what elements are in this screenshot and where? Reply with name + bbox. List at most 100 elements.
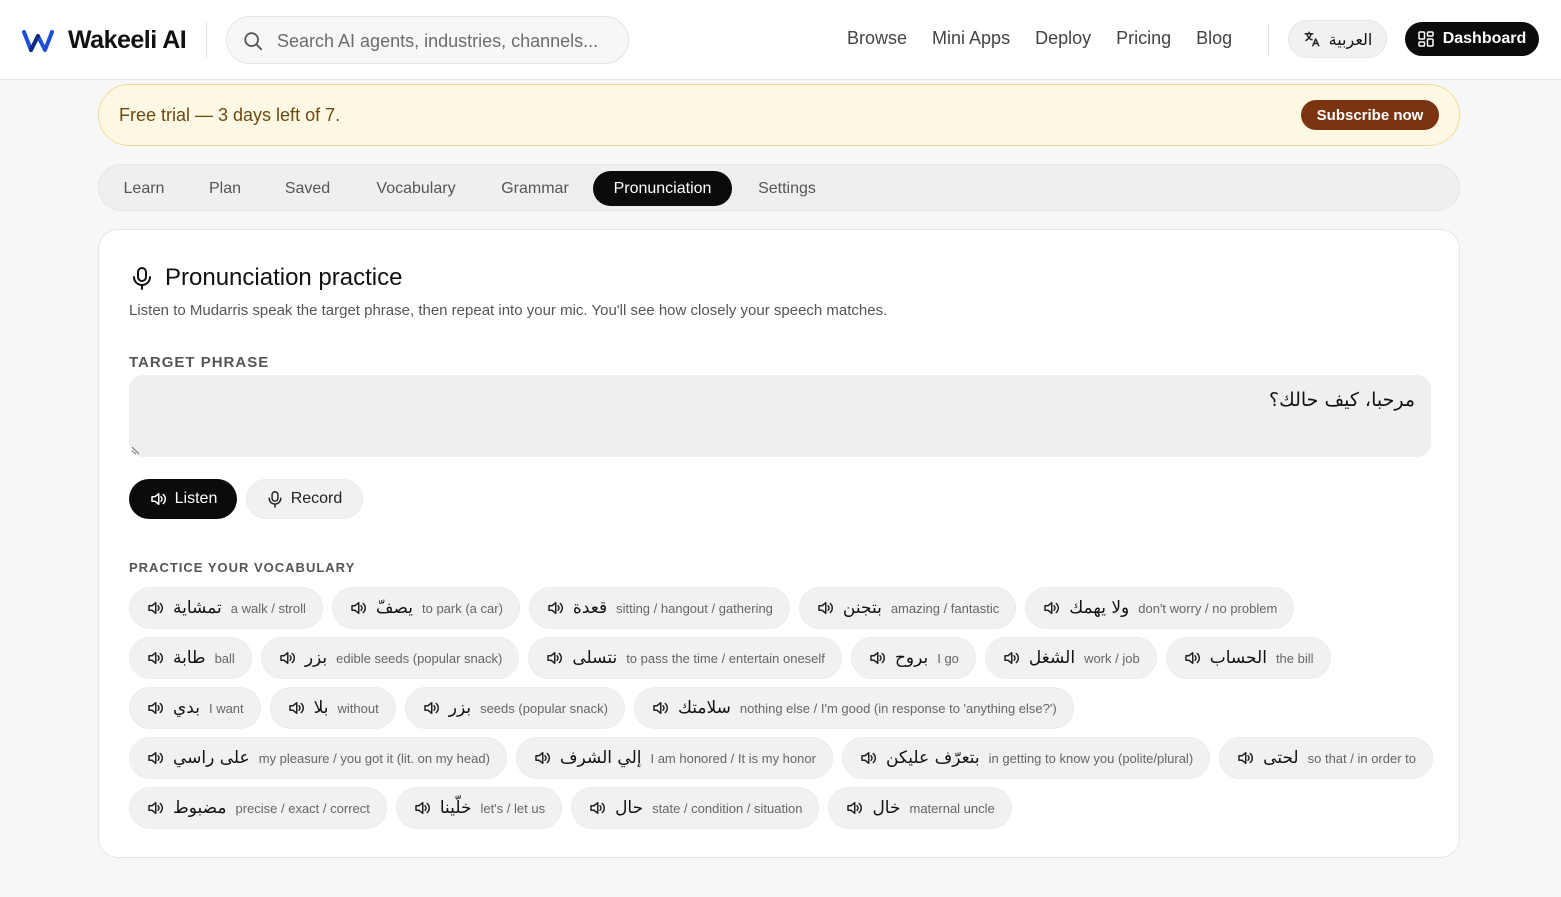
vocab-arabic: على راسي bbox=[173, 748, 250, 768]
vocab-translation: I want bbox=[208, 700, 244, 716]
tab-grammar[interactable]: Grammar bbox=[486, 171, 584, 206]
vocab-chip[interactable]: تمشاية a walk / stroll bbox=[129, 587, 323, 629]
nav-deploy[interactable]: Deploy bbox=[1035, 28, 1091, 49]
vocab-arabic: حال bbox=[615, 798, 644, 818]
vocab-chip[interactable]: طابة ball bbox=[129, 637, 252, 679]
vocab-translation: a walk / stroll bbox=[230, 600, 306, 616]
vocab-chip[interactable]: الحساب the bill bbox=[1165, 637, 1331, 679]
speaker-icon bbox=[870, 652, 885, 664]
vocab-arabic: سلامتك bbox=[677, 698, 731, 718]
vocab-translation: I am honored / It is my honor bbox=[650, 750, 816, 766]
vocab-arabic: الشغل bbox=[1028, 648, 1076, 668]
vocab-chip[interactable]: مضبوط precise / exact / correct bbox=[129, 787, 387, 829]
vocab-chip[interactable]: على راسي my pleasure / you got it (lit. o… bbox=[129, 737, 507, 779]
vocab-chip[interactable]: بتجنن amazing / fantastic bbox=[798, 587, 1017, 629]
vocab-chip[interactable]: قعدة sitting / hangout / gathering bbox=[528, 587, 790, 629]
tab-pronunciation[interactable]: Pronunciation bbox=[593, 171, 732, 206]
speaker-icon bbox=[1004, 652, 1019, 664]
speaker-icon bbox=[148, 602, 163, 614]
vocab-row: تمشاية a walk / stroll يصفّ to park (a car)… bbox=[129, 587, 1429, 629]
vocab-chip[interactable]: بزر seeds (popular snack) bbox=[404, 687, 625, 729]
trial-text: Free trial — 3 days left of 7. bbox=[119, 105, 341, 125]
vocab-chip[interactable]: بروح I go bbox=[850, 637, 976, 679]
tab-saved[interactable]: Saved bbox=[269, 171, 346, 206]
vocab-arabic: قعدة bbox=[572, 598, 608, 618]
card-title: Pronunciation practice bbox=[131, 264, 402, 292]
resize-handle-icon[interactable] bbox=[131, 445, 141, 455]
vocab-translation: seeds (popular snack) bbox=[480, 700, 608, 716]
logo-text: Wakeeli AI bbox=[68, 25, 187, 54]
vocab-translation: let's / let us bbox=[480, 800, 546, 816]
vocab-translation: ball bbox=[214, 650, 235, 666]
nav-browse[interactable]: Browse bbox=[847, 28, 907, 49]
vocab-chip[interactable]: يصفّ to park (a car) bbox=[331, 587, 520, 629]
header-divider bbox=[206, 22, 207, 58]
speaker-icon bbox=[548, 602, 563, 614]
vocab-chip[interactable]: بدي I want bbox=[129, 687, 261, 729]
vocab-arabic: الحساب bbox=[1209, 648, 1267, 668]
vocab-chip[interactable]: لحتى so that / in order to bbox=[1219, 737, 1434, 779]
vocab-translation: don't worry / no problem bbox=[1138, 600, 1278, 616]
microphone-icon bbox=[268, 491, 282, 508]
wakeeli-logo-icon bbox=[22, 30, 54, 52]
speaker-icon bbox=[148, 802, 163, 814]
speaker-icon bbox=[423, 702, 439, 714]
nav-pricing[interactable]: Pricing bbox=[1116, 28, 1171, 49]
language-toggle-button[interactable]: العربية bbox=[1288, 20, 1387, 58]
search-icon bbox=[244, 32, 263, 51]
speaker-icon bbox=[535, 752, 550, 764]
speaker-icon bbox=[1184, 652, 1200, 664]
language-label: العربية bbox=[1328, 29, 1373, 49]
vocab-chip[interactable]: بلا without bbox=[269, 687, 396, 729]
speaker-icon bbox=[861, 752, 876, 764]
tab-bar: Learn Plan Saved Vocabulary Grammar Pron… bbox=[98, 164, 1460, 211]
vocab-arabic: بتجنن bbox=[842, 598, 882, 618]
vocab-translation: I go bbox=[937, 650, 959, 666]
record-button[interactable]: Record bbox=[246, 479, 363, 519]
logo[interactable]: Wakeeli AI bbox=[22, 24, 187, 56]
vocab-translation: precise / exact / correct bbox=[235, 800, 370, 816]
subscribe-button[interactable]: Subscribe now bbox=[1301, 100, 1439, 130]
vocab-chip[interactable]: الشغل work / job bbox=[984, 637, 1157, 679]
vocab-chip[interactable]: حال state / condition / situation bbox=[571, 787, 820, 829]
vocab-translation: so that / in order to bbox=[1307, 750, 1417, 766]
tab-vocabulary[interactable]: Vocabulary bbox=[357, 171, 475, 206]
speaker-icon bbox=[547, 652, 563, 664]
microphone-icon bbox=[133, 267, 151, 290]
vocab-chip[interactable]: خال maternal uncle bbox=[828, 787, 1012, 829]
vocab-chip[interactable]: بتعرّف عليكن in getting to know you (poli… bbox=[841, 737, 1211, 779]
vocab-row: بدي I want بلا without بزر seeds (popular sna… bbox=[129, 687, 1429, 729]
listen-button[interactable]: Listen bbox=[129, 479, 237, 519]
vocab-arabic: خلّينا bbox=[439, 798, 472, 818]
nav-mini-apps[interactable]: Mini Apps bbox=[932, 28, 1010, 49]
speaker-icon bbox=[288, 702, 304, 714]
speaker-icon bbox=[148, 702, 163, 714]
record-label: Record bbox=[290, 490, 343, 507]
search-input[interactable] bbox=[277, 27, 617, 55]
vocab-chip[interactable]: إلي الشرف I am honored / It is my honor bbox=[515, 737, 833, 779]
vocab-row: على راسي my pleasure / you got it (lit. o… bbox=[129, 737, 1434, 779]
target-phrase-field[interactable]: مرحبا، كيف حالك؟ bbox=[129, 375, 1431, 457]
tab-plan[interactable]: Plan bbox=[195, 171, 255, 206]
vocab-chip[interactable]: سلامتك nothing else / I'm good (in respon… bbox=[633, 687, 1074, 729]
tab-settings[interactable]: Settings bbox=[744, 171, 830, 206]
nav-blog[interactable]: Blog bbox=[1196, 28, 1232, 49]
vocab-translation: the bill bbox=[1275, 650, 1314, 666]
vocab-chip[interactable]: نتسلى to pass the time / entertain onesel… bbox=[528, 637, 842, 679]
vocab-arabic: خال bbox=[872, 798, 901, 818]
vocab-arabic: إلي الشرف bbox=[559, 748, 642, 768]
speaker-icon bbox=[590, 802, 606, 814]
vocab-chip[interactable]: بزر edible seeds (popular snack) bbox=[260, 637, 520, 679]
listen-label: Listen bbox=[174, 490, 218, 507]
search-box[interactable] bbox=[226, 16, 629, 64]
dashboard-button[interactable]: Dashboard bbox=[1405, 22, 1539, 56]
speaker-icon bbox=[1044, 602, 1060, 614]
tab-learn[interactable]: Learn bbox=[105, 171, 183, 206]
vocab-arabic: مضبوط bbox=[173, 798, 227, 818]
vocab-translation: nothing else / I'm good (in response to … bbox=[739, 700, 1057, 716]
vocab-chip[interactable]: ولا يهمك don't worry / no problem bbox=[1025, 587, 1295, 629]
vocab-arabic: تمشاية bbox=[173, 598, 222, 618]
speaker-icon bbox=[818, 602, 833, 614]
vocab-chip[interactable]: خلّينا let's / let us bbox=[395, 787, 563, 829]
speaker-icon bbox=[415, 802, 430, 814]
